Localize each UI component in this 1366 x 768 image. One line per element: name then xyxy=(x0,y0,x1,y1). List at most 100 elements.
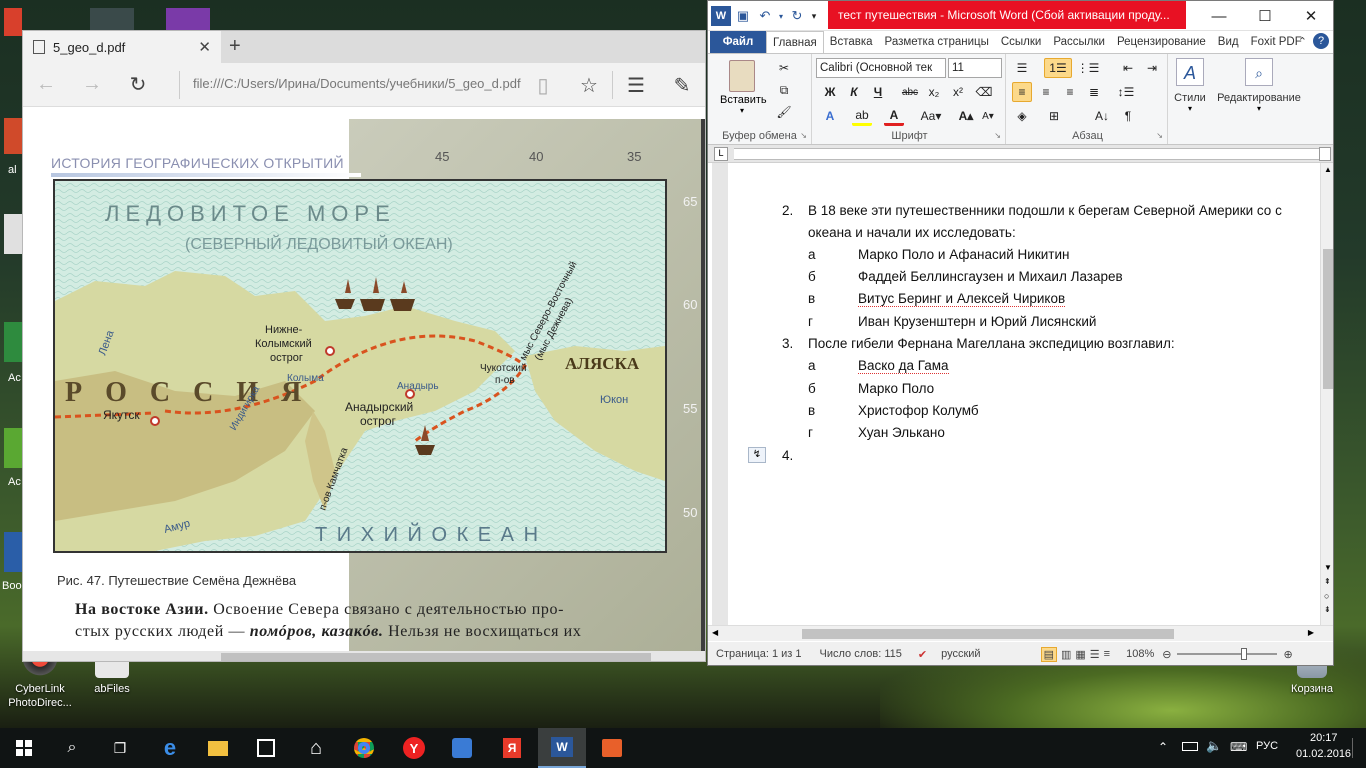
align-center-icon[interactable]: ≡ xyxy=(1036,82,1056,102)
sort-icon[interactable]: A↓ xyxy=(1092,106,1112,126)
word-vertical-scrollbar[interactable]: ▲ ▼ ⇞ ○ ⇟ xyxy=(1320,163,1333,625)
scroll-left-icon[interactable]: ◀ xyxy=(712,628,718,637)
undo-icon[interactable]: ↶ xyxy=(755,6,775,26)
refresh-icon[interactable]: ↻ xyxy=(115,63,161,107)
taskbar-yandex-app[interactable]: Я xyxy=(488,728,536,768)
desktop-icon-partial-5[interactable] xyxy=(4,428,22,468)
browser-tab[interactable]: 5_geo_d.pdf ✕ xyxy=(23,31,221,63)
browse-object-icon[interactable]: ○ xyxy=(1324,591,1329,601)
word-logo-icon[interactable]: W xyxy=(711,6,731,26)
view-reading-icon[interactable]: ▥ xyxy=(1061,648,1071,661)
font-launcher-icon[interactable]: ↘ xyxy=(994,131,1001,140)
desktop-icon-partial-top-2[interactable] xyxy=(166,8,210,30)
change-case-icon[interactable]: Aa▾ xyxy=(918,106,944,126)
tab-insert[interactable]: Вставка xyxy=(824,31,879,53)
bullets-icon[interactable]: ☰ xyxy=(1012,58,1032,78)
url-field[interactable]: file:///C:/Users/Ирина/Documents/учебник… xyxy=(193,76,521,91)
highlight-color-icon[interactable]: ab xyxy=(852,106,872,126)
borders-icon[interactable]: ⊞ xyxy=(1044,106,1064,126)
font-name-select[interactable]: Calibri (Основной тек xyxy=(816,58,946,78)
reading-view-icon[interactable]: ▯ xyxy=(520,63,566,107)
view-ruler-icon[interactable] xyxy=(1319,147,1331,161)
italic-icon[interactable]: К xyxy=(844,82,864,102)
desktop-icon-partial-3[interactable] xyxy=(4,214,22,254)
battery-icon[interactable] xyxy=(1182,742,1198,751)
help-icon[interactable]: ? xyxy=(1313,33,1329,49)
start-button[interactable] xyxy=(0,728,48,768)
tab-file[interactable]: Файл xyxy=(710,31,766,53)
input-language[interactable]: РУС xyxy=(1256,740,1278,752)
next-page-icon[interactable]: ⇟ xyxy=(1324,605,1331,614)
text-effects-icon[interactable]: A xyxy=(820,106,840,126)
font-size-select[interactable]: 11 xyxy=(948,58,1002,78)
taskbar-word[interactable]: W xyxy=(538,728,586,768)
undo-dropdown-icon[interactable]: ▾ xyxy=(777,6,785,26)
close-tab-icon[interactable]: ✕ xyxy=(198,38,211,56)
zoom-out-icon[interactable]: ⊖ xyxy=(1162,648,1171,661)
subscript-icon[interactable]: x₂ xyxy=(924,82,944,102)
shrink-font-icon[interactable]: A▾ xyxy=(978,106,998,126)
word-count[interactable]: Число слов: 115 xyxy=(820,648,902,660)
search-button[interactable]: ⌕ xyxy=(48,728,96,768)
new-tab-icon[interactable]: + xyxy=(229,35,241,58)
document-page[interactable]: 2. В 18 веке эти путешественники подошли… xyxy=(708,163,1320,625)
view-print-layout-icon[interactable]: ▤ xyxy=(1040,646,1057,662)
cut-icon[interactable]: ✂ xyxy=(774,58,794,78)
taskbar-audio-app[interactable] xyxy=(438,728,486,768)
taskbar-chrome[interactable] xyxy=(340,728,388,768)
tab-home[interactable]: Главная xyxy=(766,31,824,53)
hub-icon[interactable]: ☰ xyxy=(613,63,659,107)
shading-icon[interactable]: ◈ xyxy=(1012,106,1032,126)
autocorrect-options-icon[interactable]: ↯ xyxy=(748,447,766,463)
maximize-icon[interactable]: ☐ xyxy=(1242,1,1288,31)
forward-icon[interactable]: → xyxy=(69,63,115,107)
grow-font-icon[interactable]: A▴ xyxy=(956,106,976,126)
decrease-indent-icon[interactable]: ⇤ xyxy=(1118,58,1138,78)
desktop-icon-partial-1[interactable] xyxy=(4,8,22,36)
back-icon[interactable]: ← xyxy=(23,63,69,107)
editing-button[interactable]: ⌕ Редактирование ▾ xyxy=(1214,54,1304,144)
taskbar-edge[interactable]: e xyxy=(146,728,194,768)
scroll-thumb[interactable] xyxy=(1323,249,1333,389)
paste-button[interactable]: Вставить ▾ xyxy=(720,58,767,118)
line-spacing-icon[interactable]: ↕☰ xyxy=(1116,82,1136,102)
zoom-level[interactable]: 108% xyxy=(1126,648,1154,660)
align-left-icon[interactable]: ≡ xyxy=(1012,82,1032,102)
scroll-thumb[interactable] xyxy=(802,629,1174,639)
clear-formatting-icon[interactable]: ⌫ xyxy=(974,82,994,102)
desktop-icon-partial-2[interactable] xyxy=(4,118,22,154)
clipboard-launcher-icon[interactable]: ↘ xyxy=(800,131,807,140)
taskbar-store[interactable] xyxy=(242,728,290,768)
redo-icon[interactable]: ↻ xyxy=(787,6,807,26)
minimize-icon[interactable]: — xyxy=(1196,1,1242,31)
page-count[interactable]: Страница: 1 из 1 xyxy=(716,648,802,660)
desktop-icon-partial-top-1[interactable] xyxy=(90,8,134,30)
favorite-star-icon[interactable]: ☆ xyxy=(566,63,612,107)
tab-references[interactable]: Ссылки xyxy=(995,31,1048,53)
format-painter-icon[interactable]: 🖌 xyxy=(774,102,794,122)
scroll-down-icon[interactable]: ▼ xyxy=(1324,563,1332,572)
tab-mailings[interactable]: Рассылки xyxy=(1047,31,1111,53)
close-icon[interactable]: ✕ xyxy=(1288,1,1333,31)
copy-icon[interactable]: ⧉ xyxy=(774,80,794,100)
prev-page-icon[interactable]: ⇞ xyxy=(1324,577,1331,586)
view-draft-icon[interactable]: ≡ xyxy=(1104,648,1110,660)
pdf-viewer[interactable]: ИСТОРИЯ ГЕОГРАФИЧЕСКИХ ОТКРЫТИЙ ЛЕДОВИТО… xyxy=(23,119,705,661)
clock-date[interactable]: 01.02.2016 xyxy=(1296,748,1351,760)
strikethrough-icon[interactable]: abc xyxy=(900,82,920,102)
customize-qat-icon[interactable]: ▾ xyxy=(809,6,819,26)
desktop-icon-partial-6[interactable] xyxy=(4,532,22,572)
superscript-icon[interactable]: x² xyxy=(948,82,968,102)
bold-icon[interactable]: Ж xyxy=(820,82,840,102)
pdf-horizontal-scrollbar[interactable] xyxy=(23,651,705,661)
word-horizontal-scrollbar[interactable]: ◀ ▶ xyxy=(708,625,1333,641)
tab-view[interactable]: Вид xyxy=(1212,31,1245,53)
numbering-icon[interactable]: 1☰ xyxy=(1044,58,1072,78)
action-center-icon[interactable] xyxy=(1352,738,1360,758)
zoom-thumb[interactable] xyxy=(1241,648,1248,660)
scroll-up-icon[interactable]: ▲ xyxy=(1324,165,1332,174)
keyboard-icon[interactable]: ⌨ xyxy=(1230,740,1247,754)
view-web-icon[interactable]: ▦ xyxy=(1075,648,1085,661)
increase-indent-icon[interactable]: ⇥ xyxy=(1142,58,1162,78)
zoom-slider[interactable] xyxy=(1177,648,1278,660)
